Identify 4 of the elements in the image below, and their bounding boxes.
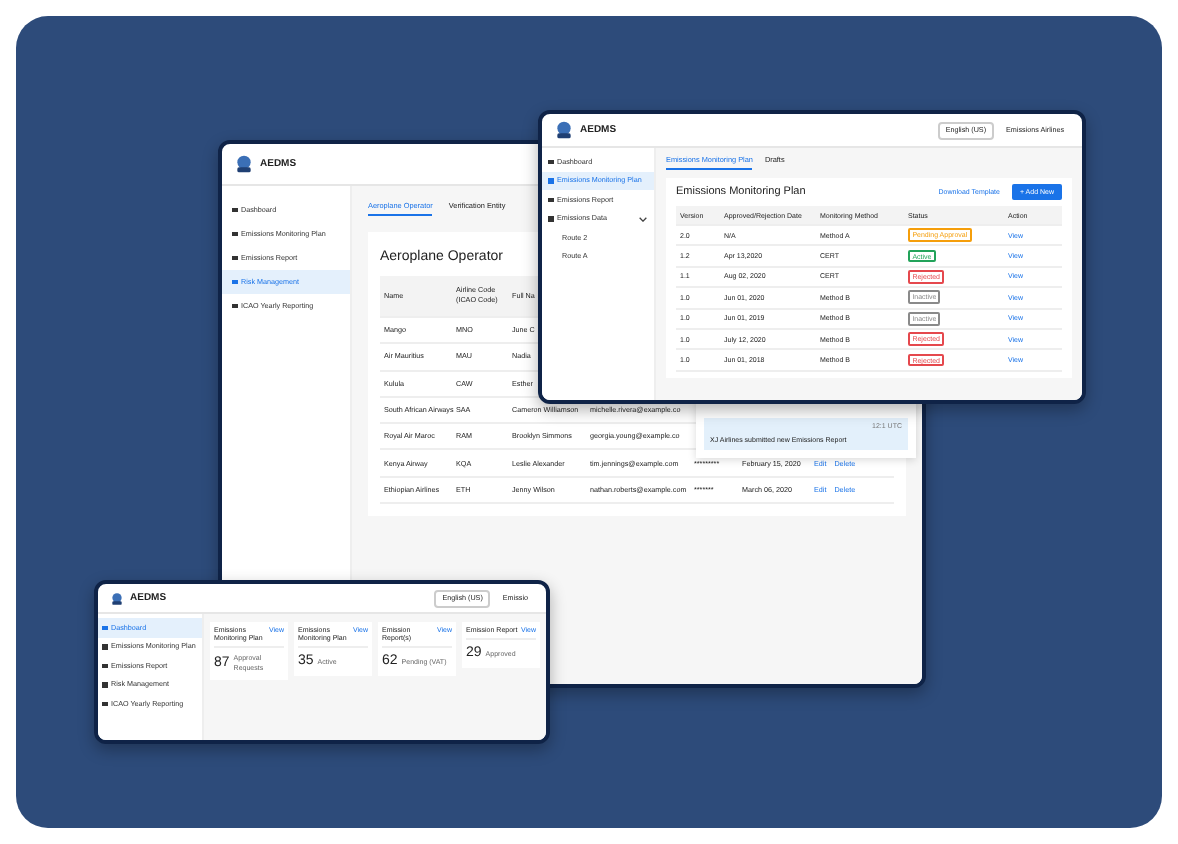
logo-icon bbox=[554, 120, 574, 140]
chevron-icon[interactable] bbox=[638, 215, 648, 222]
logo-icon bbox=[234, 154, 254, 174]
logo-icon bbox=[110, 591, 124, 605]
